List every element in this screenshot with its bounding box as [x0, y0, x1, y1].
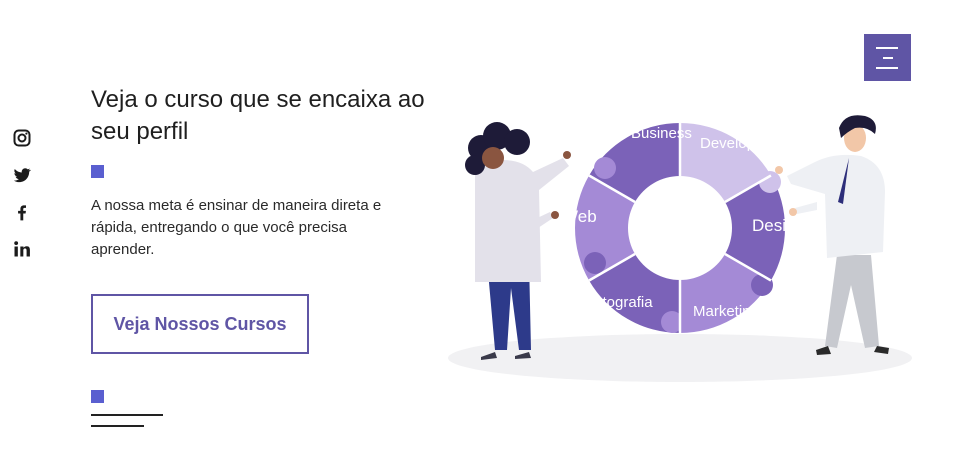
- menu-icon: [876, 47, 898, 49]
- puzzle-wheel: Business Developer Design Marketing Foto…: [562, 123, 805, 333]
- segment-label: Fotografia: [585, 294, 653, 311]
- woman-figure: [465, 122, 571, 360]
- hero-title: Veja o curso que se encaixa ao seu perfi…: [91, 86, 425, 145]
- segment-label: Developer: [700, 135, 768, 152]
- hero-illustration: Business Developer Design Marketing Foto…: [448, 115, 912, 382]
- segment-label: Design: [752, 216, 805, 235]
- twitter-icon[interactable]: [12, 165, 32, 185]
- accent-square: [91, 165, 104, 178]
- segment-label: Marketing: [693, 303, 759, 320]
- social-links: [12, 128, 34, 276]
- divider-line-short: [91, 425, 144, 427]
- man-figure: [775, 115, 889, 355]
- accent-square-bottom: [91, 390, 104, 403]
- menu-button[interactable]: [864, 34, 911, 81]
- instagram-icon[interactable]: [12, 128, 32, 148]
- divider-line-long: [91, 414, 163, 416]
- hero-description: A nossa meta é ensinar de maneira direta…: [91, 197, 382, 258]
- segment-label: Web: [562, 207, 597, 226]
- linkedin-icon[interactable]: [12, 239, 32, 259]
- view-courses-button[interactable]: Veja Nossos Cursos: [91, 294, 309, 354]
- segment-label: Business: [631, 125, 692, 142]
- facebook-icon[interactable]: [12, 202, 32, 222]
